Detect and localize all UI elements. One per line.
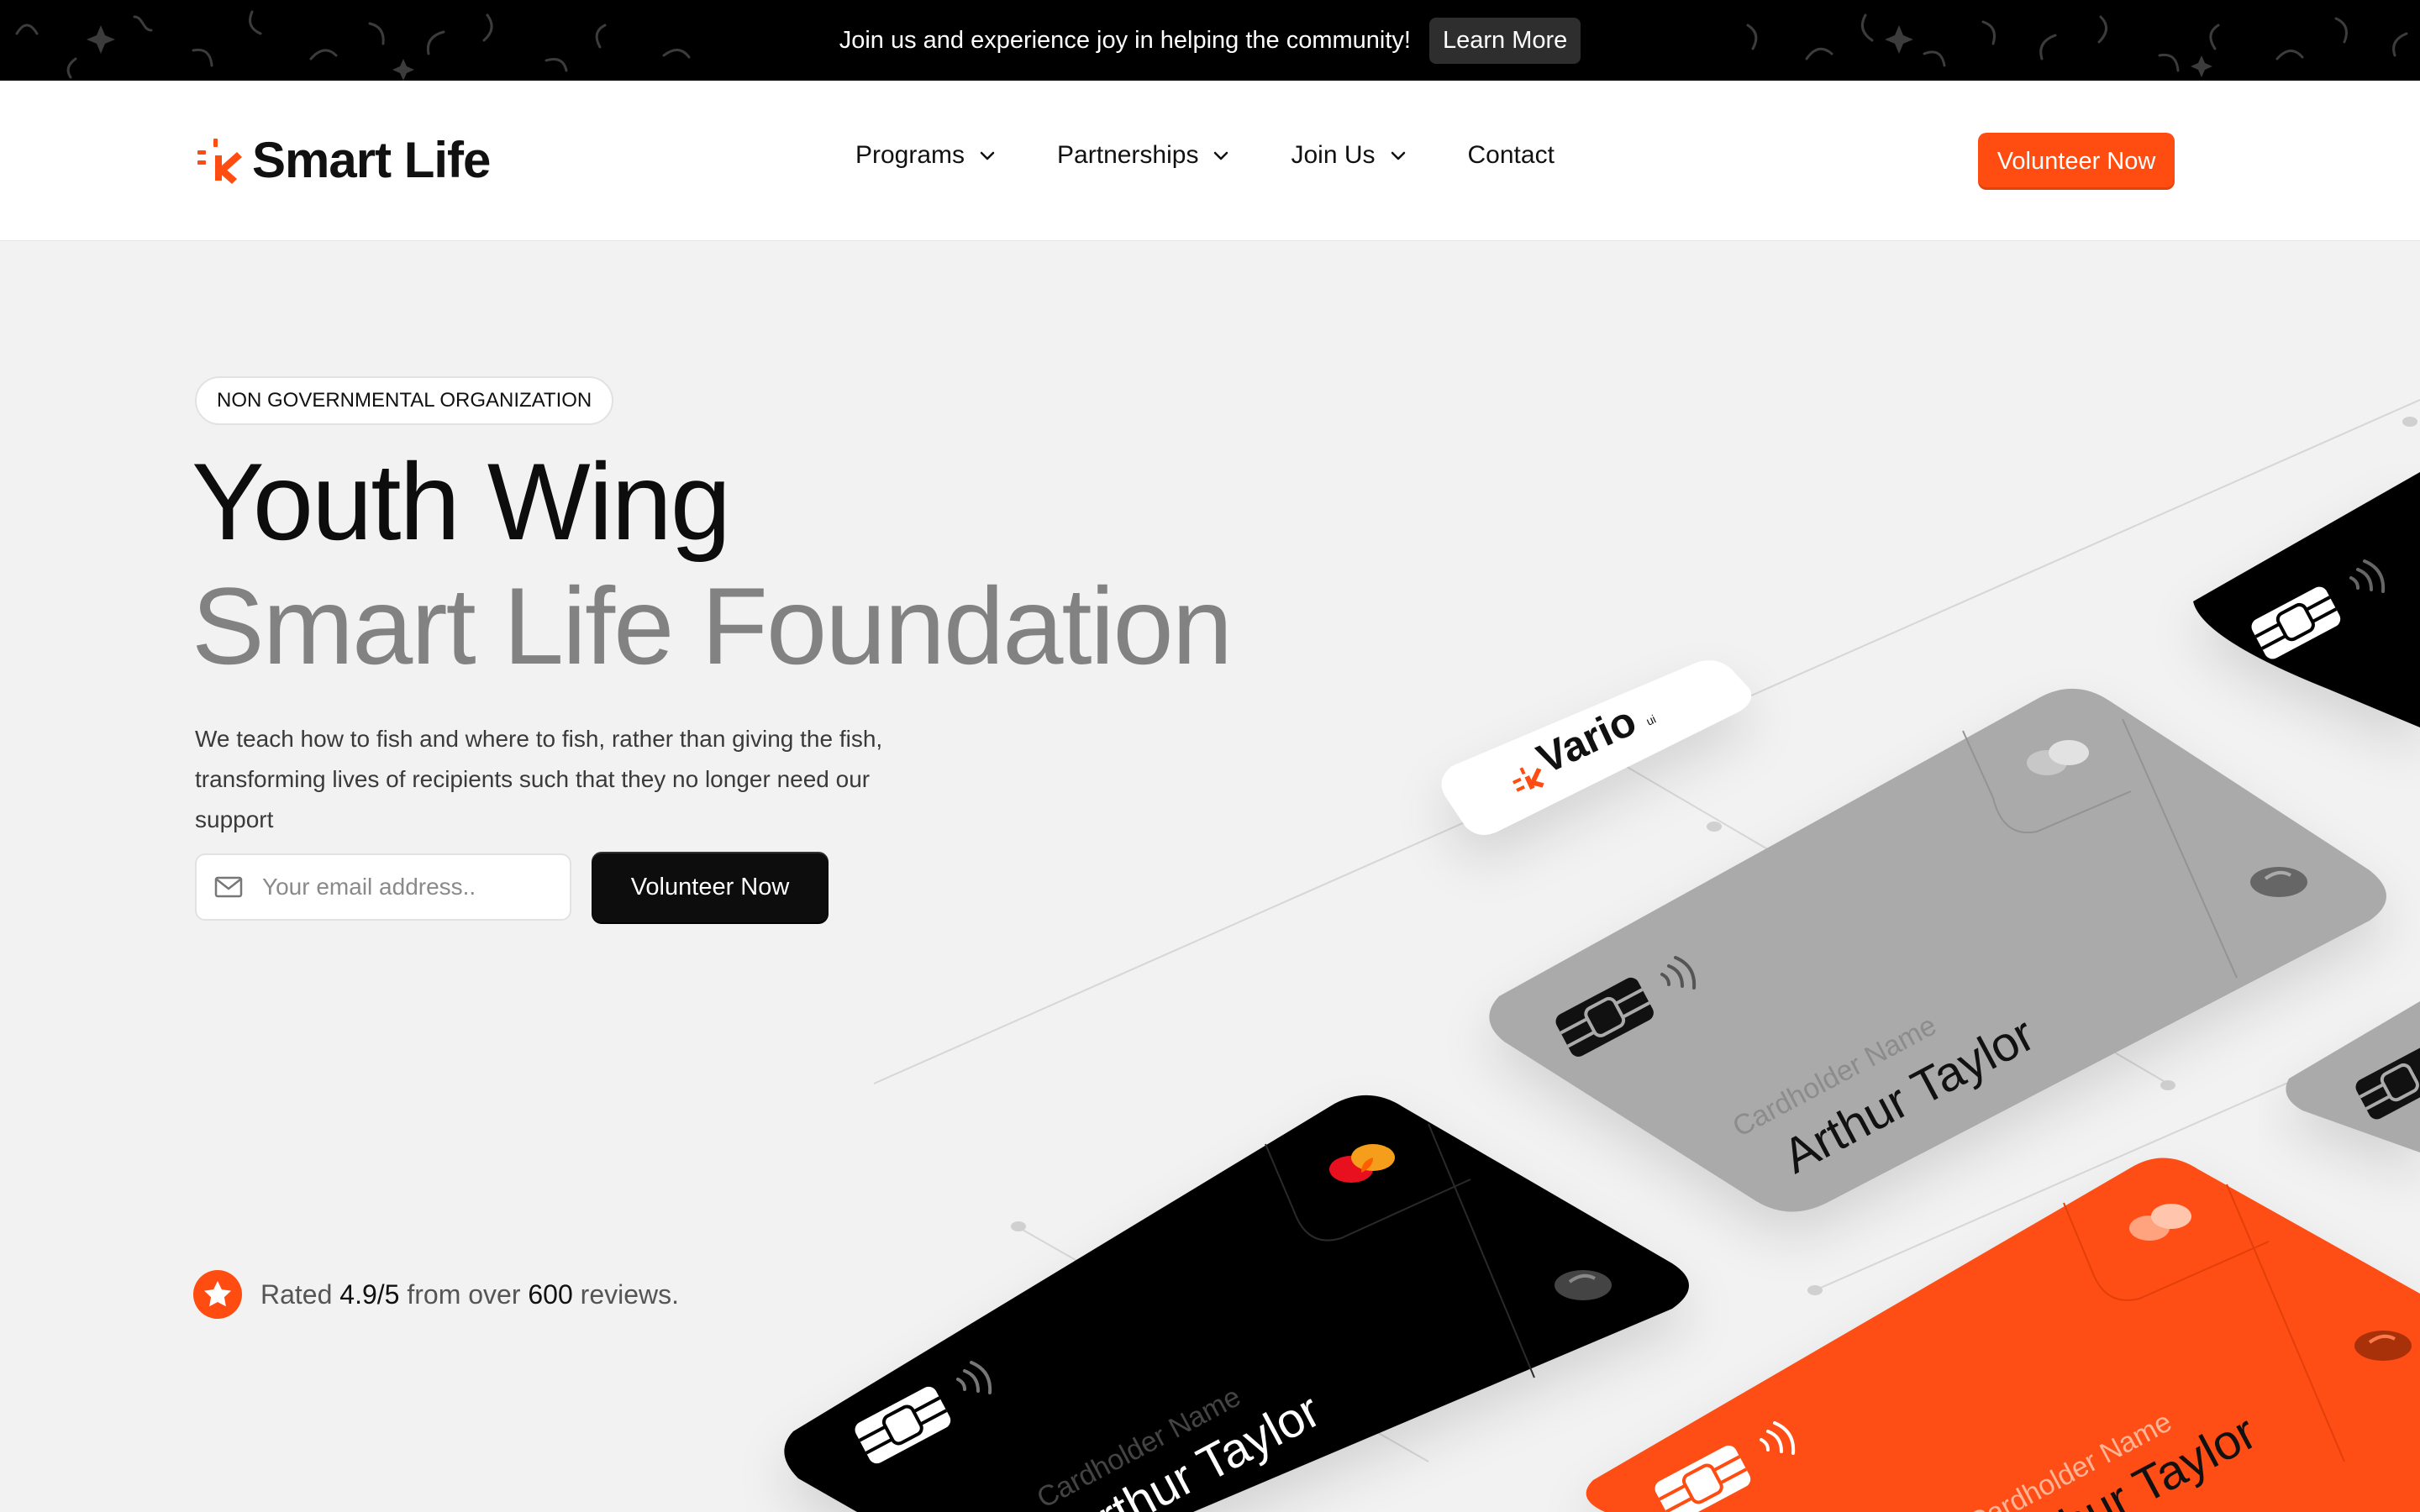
star-icon <box>193 1270 242 1319</box>
chevron-down-icon <box>980 151 995 160</box>
brand-logo[interactable]: Smart Life <box>195 131 491 189</box>
site-header: Smart Life Programs Partnerships Join Us… <box>0 81 2420 241</box>
nav-item-label: Programs <box>855 141 965 169</box>
rating-text: Rated 4.9/5 from over 600 reviews. <box>260 1279 679 1310</box>
chevron-down-icon <box>1391 151 1405 160</box>
nav-item-label: Partnerships <box>1057 141 1199 169</box>
rating-middle: from over <box>407 1278 521 1310</box>
hero-subtitle: Smart Life Foundation <box>192 564 1233 687</box>
nav-item-label: Contact <box>1467 141 1555 169</box>
rating-suffix: reviews. <box>580 1278 680 1310</box>
announcement-text: Join us and experience joy in helping th… <box>839 26 1411 54</box>
rating-summary: Rated 4.9/5 from over 600 reviews. <box>193 1270 679 1319</box>
volunteer-now-header-button[interactable]: Volunteer Now <box>1978 133 2175 190</box>
rating-score: 4.9/5 <box>339 1278 400 1310</box>
email-input[interactable] <box>260 873 541 901</box>
main-nav: Programs Partnerships Join Us Contact <box>855 141 1555 170</box>
learn-more-button[interactable]: Learn More <box>1428 17 1581 64</box>
hero-description: We teach how to fish and where to fish, … <box>195 726 883 832</box>
chevron-down-icon <box>1214 151 1228 160</box>
nav-item-contact[interactable]: Contact <box>1468 141 1555 170</box>
logo-mark-icon <box>197 138 242 184</box>
rating-prefix: Rated <box>260 1278 333 1310</box>
rating-count: 600 <box>528 1278 573 1310</box>
nav-item-partnerships[interactable]: Partnerships <box>1057 141 1230 170</box>
email-field[interactable] <box>195 853 571 921</box>
hero-title: Youth Wing <box>192 440 731 563</box>
announcement-bar: Join us and experience joy in helping th… <box>0 0 2420 81</box>
nav-item-programs[interactable]: Programs <box>855 141 997 170</box>
nav-item-label: Join Us <box>1291 141 1376 169</box>
volunteer-now-button[interactable]: Volunteer Now <box>592 852 829 922</box>
brand-name: Smart Life <box>252 132 491 188</box>
org-type-badge: NON GOVERNMENTAL ORGANIZATION <box>195 376 614 425</box>
mail-icon <box>214 876 243 898</box>
nav-item-join-us[interactable]: Join Us <box>1291 141 1407 170</box>
